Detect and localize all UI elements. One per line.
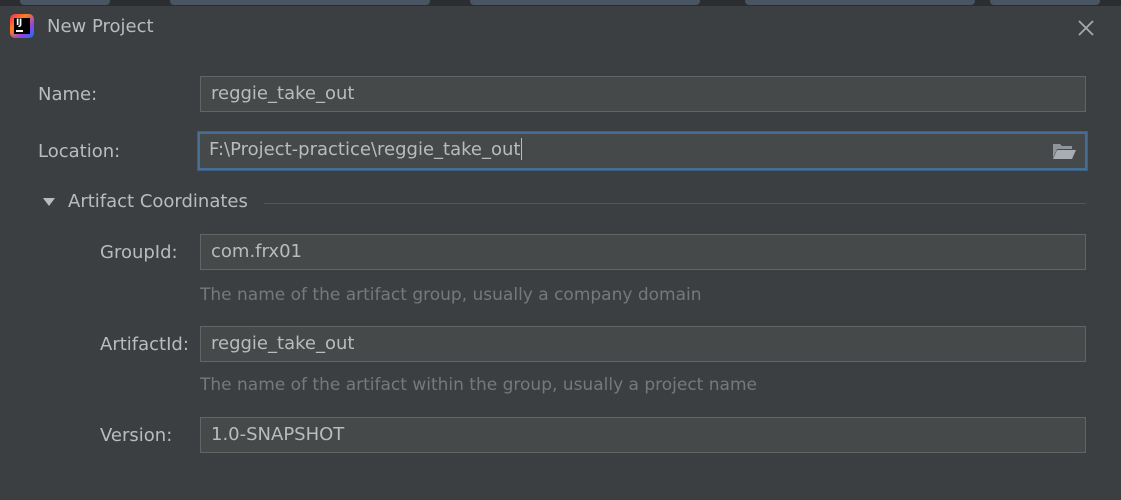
intellij-idea-icon: IJ [10,14,34,38]
name-input-value: reggie_take_out [211,83,355,104]
location-input[interactable]: F:\Project-practice\reggie_take_out [198,132,1087,170]
section-divider [264,203,1086,204]
artifact-id-label: ArtifactId: [100,334,189,355]
location-input-value: F:\Project-practice\reggie_take_out [209,139,521,160]
name-label: Name: [38,84,98,105]
text-caret [521,137,523,160]
version-input-value: 1.0-SNAPSHOT [211,424,345,445]
background-tab [20,0,110,5]
location-label: Location: [38,141,121,162]
new-project-dialog: IJ New Project Name: reggie_take_out Loc… [0,6,1121,500]
close-button[interactable] [1072,14,1100,42]
folder-open-icon [1053,144,1076,159]
version-input[interactable]: 1.0-SNAPSHOT [200,417,1086,453]
background-tab [990,0,1100,5]
group-id-label: GroupId: [100,242,178,263]
group-id-input-value: com.frx01 [211,241,302,262]
background-tab [170,0,430,5]
artifact-id-input[interactable]: reggie_take_out [200,326,1086,362]
version-label: Version: [100,425,173,446]
background-tab [470,0,700,5]
name-input[interactable]: reggie_take_out [200,76,1086,112]
browse-location-button[interactable] [1051,140,1077,162]
artifact-coordinates-title[interactable]: Artifact Coordinates [68,191,248,213]
dialog-title-bar: IJ New Project [0,6,1121,46]
triangle-down-icon[interactable] [42,196,56,208]
close-icon [1078,20,1094,36]
group-id-hint: The name of the artifact group, usually … [200,285,702,305]
artifact-coordinates-section: Artifact Coordinates [38,188,1088,216]
background-tab [745,0,975,5]
group-id-input[interactable]: com.frx01 [200,234,1086,270]
dialog-title: New Project [47,16,154,37]
artifact-id-input-value: reggie_take_out [211,333,355,354]
artifact-id-hint: The name of the artifact within the grou… [200,375,757,395]
